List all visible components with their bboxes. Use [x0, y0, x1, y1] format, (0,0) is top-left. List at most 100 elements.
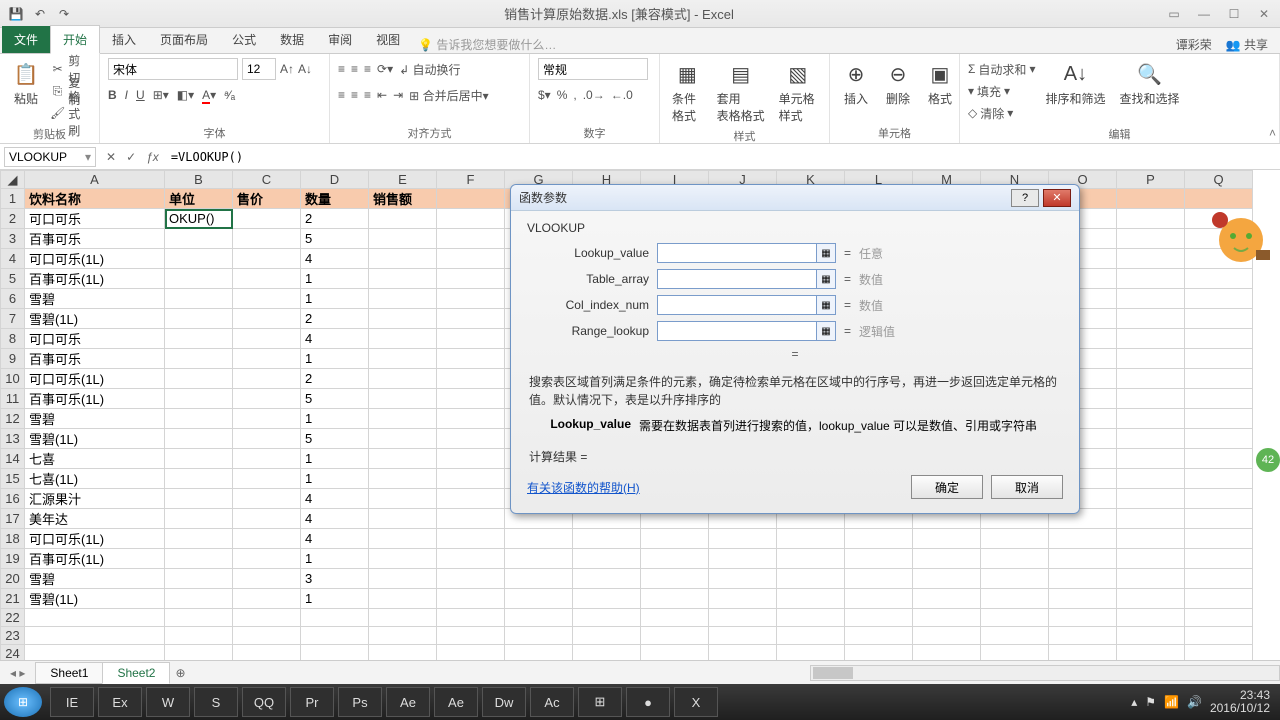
- cell[interactable]: 百事可乐(1L): [25, 389, 165, 409]
- cell[interactable]: [1117, 549, 1185, 569]
- cell[interactable]: 雪碧(1L): [25, 429, 165, 449]
- font-name[interactable]: [108, 58, 238, 80]
- cell[interactable]: [369, 409, 437, 429]
- cell[interactable]: [233, 209, 301, 229]
- param-input-2[interactable]: [657, 295, 817, 315]
- currency-icon[interactable]: $▾: [538, 88, 551, 102]
- cell[interactable]: 可口可乐(1L): [25, 249, 165, 269]
- cell[interactable]: [777, 549, 845, 569]
- align-left-icon[interactable]: ≡: [338, 88, 345, 102]
- cell[interactable]: [1185, 609, 1253, 627]
- cell[interactable]: [1117, 189, 1185, 209]
- grow-font-icon[interactable]: A↑: [280, 62, 294, 76]
- formula-input[interactable]: =VLOOKUP(): [165, 150, 1280, 164]
- cell[interactable]: 1: [301, 449, 369, 469]
- col-header-D[interactable]: D: [301, 171, 369, 189]
- range-picker-icon[interactable]: ▦: [816, 321, 836, 341]
- cell[interactable]: [437, 529, 505, 549]
- cell[interactable]: [369, 229, 437, 249]
- cell[interactable]: [913, 529, 981, 549]
- cell[interactable]: [437, 389, 505, 409]
- cell[interactable]: [369, 489, 437, 509]
- orientation-icon[interactable]: ⟳▾: [377, 62, 393, 76]
- tell-me[interactable]: 💡 告诉我您想要做什么…: [418, 36, 556, 53]
- cell[interactable]: [369, 627, 437, 645]
- cancel-button[interactable]: 取消: [991, 475, 1063, 499]
- row-header-17[interactable]: 17: [1, 509, 25, 529]
- cell[interactable]: [437, 549, 505, 569]
- cell[interactable]: [777, 645, 845, 661]
- taskbar-app-3[interactable]: S: [194, 687, 238, 717]
- cell[interactable]: [25, 627, 165, 645]
- cell[interactable]: [369, 509, 437, 529]
- cell[interactable]: [437, 249, 505, 269]
- cell[interactable]: [233, 369, 301, 389]
- cell[interactable]: [1117, 289, 1185, 309]
- cell[interactable]: [845, 569, 913, 589]
- cell[interactable]: [641, 609, 709, 627]
- cell[interactable]: [233, 249, 301, 269]
- cell[interactable]: [1185, 569, 1253, 589]
- row-header-11[interactable]: 11: [1, 389, 25, 409]
- cell[interactable]: [437, 369, 505, 389]
- cell[interactable]: [233, 449, 301, 469]
- cell[interactable]: [1117, 469, 1185, 489]
- align-bot-icon[interactable]: ≡: [364, 62, 371, 76]
- row-header-8[interactable]: 8: [1, 329, 25, 349]
- cell[interactable]: [1117, 209, 1185, 229]
- cell[interactable]: [165, 329, 233, 349]
- cell[interactable]: [165, 429, 233, 449]
- sheet-tab-2[interactable]: Sheet2: [102, 662, 170, 684]
- cell[interactable]: [437, 569, 505, 589]
- cell[interactable]: [1117, 489, 1185, 509]
- cell[interactable]: [233, 627, 301, 645]
- cell[interactable]: [845, 627, 913, 645]
- cell[interactable]: [437, 645, 505, 661]
- cell[interactable]: [913, 645, 981, 661]
- cell[interactable]: [437, 489, 505, 509]
- cell[interactable]: [913, 609, 981, 627]
- cell[interactable]: [1049, 529, 1117, 549]
- cell[interactable]: 3: [301, 569, 369, 589]
- row-header-9[interactable]: 9: [1, 349, 25, 369]
- cell[interactable]: [369, 249, 437, 269]
- cell[interactable]: 5: [301, 229, 369, 249]
- cell[interactable]: [165, 589, 233, 609]
- cell[interactable]: [1117, 369, 1185, 389]
- cell[interactable]: [233, 549, 301, 569]
- cell[interactable]: [369, 269, 437, 289]
- sheet-nav-prev-icon[interactable]: ◂ ▸: [0, 666, 35, 680]
- cell[interactable]: [1117, 249, 1185, 269]
- cell[interactable]: [573, 627, 641, 645]
- cell[interactable]: [233, 309, 301, 329]
- cell[interactable]: 百事可乐: [25, 349, 165, 369]
- header-cell[interactable]: 数量: [301, 189, 369, 209]
- col-header-P[interactable]: P: [1117, 171, 1185, 189]
- cell[interactable]: 百事可乐(1L): [25, 269, 165, 289]
- painter-button[interactable]: 🖌格式刷: [50, 102, 91, 124]
- cell[interactable]: [641, 589, 709, 609]
- cell[interactable]: [233, 569, 301, 589]
- cell[interactable]: [233, 469, 301, 489]
- cell[interactable]: [505, 645, 573, 661]
- cell[interactable]: 1: [301, 269, 369, 289]
- cell[interactable]: [233, 409, 301, 429]
- taskbar-app-9[interactable]: Dw: [482, 687, 526, 717]
- header-cell[interactable]: 销售额: [369, 189, 437, 209]
- dec-dec-icon[interactable]: ←.0: [611, 88, 633, 102]
- cell[interactable]: [1117, 589, 1185, 609]
- cell[interactable]: [369, 645, 437, 661]
- tab-formulas[interactable]: 公式: [220, 26, 268, 53]
- cell[interactable]: [165, 389, 233, 409]
- cell[interactable]: [1049, 645, 1117, 661]
- cell[interactable]: [369, 609, 437, 627]
- cell[interactable]: [981, 627, 1049, 645]
- cell[interactable]: [369, 469, 437, 489]
- cell[interactable]: [709, 569, 777, 589]
- sort-filter-button[interactable]: A↓排序和筛选: [1041, 58, 1109, 109]
- cell[interactable]: 雪碧: [25, 289, 165, 309]
- cell[interactable]: [165, 609, 233, 627]
- cell[interactable]: [777, 569, 845, 589]
- cell[interactable]: [369, 329, 437, 349]
- row-header-16[interactable]: 16: [1, 489, 25, 509]
